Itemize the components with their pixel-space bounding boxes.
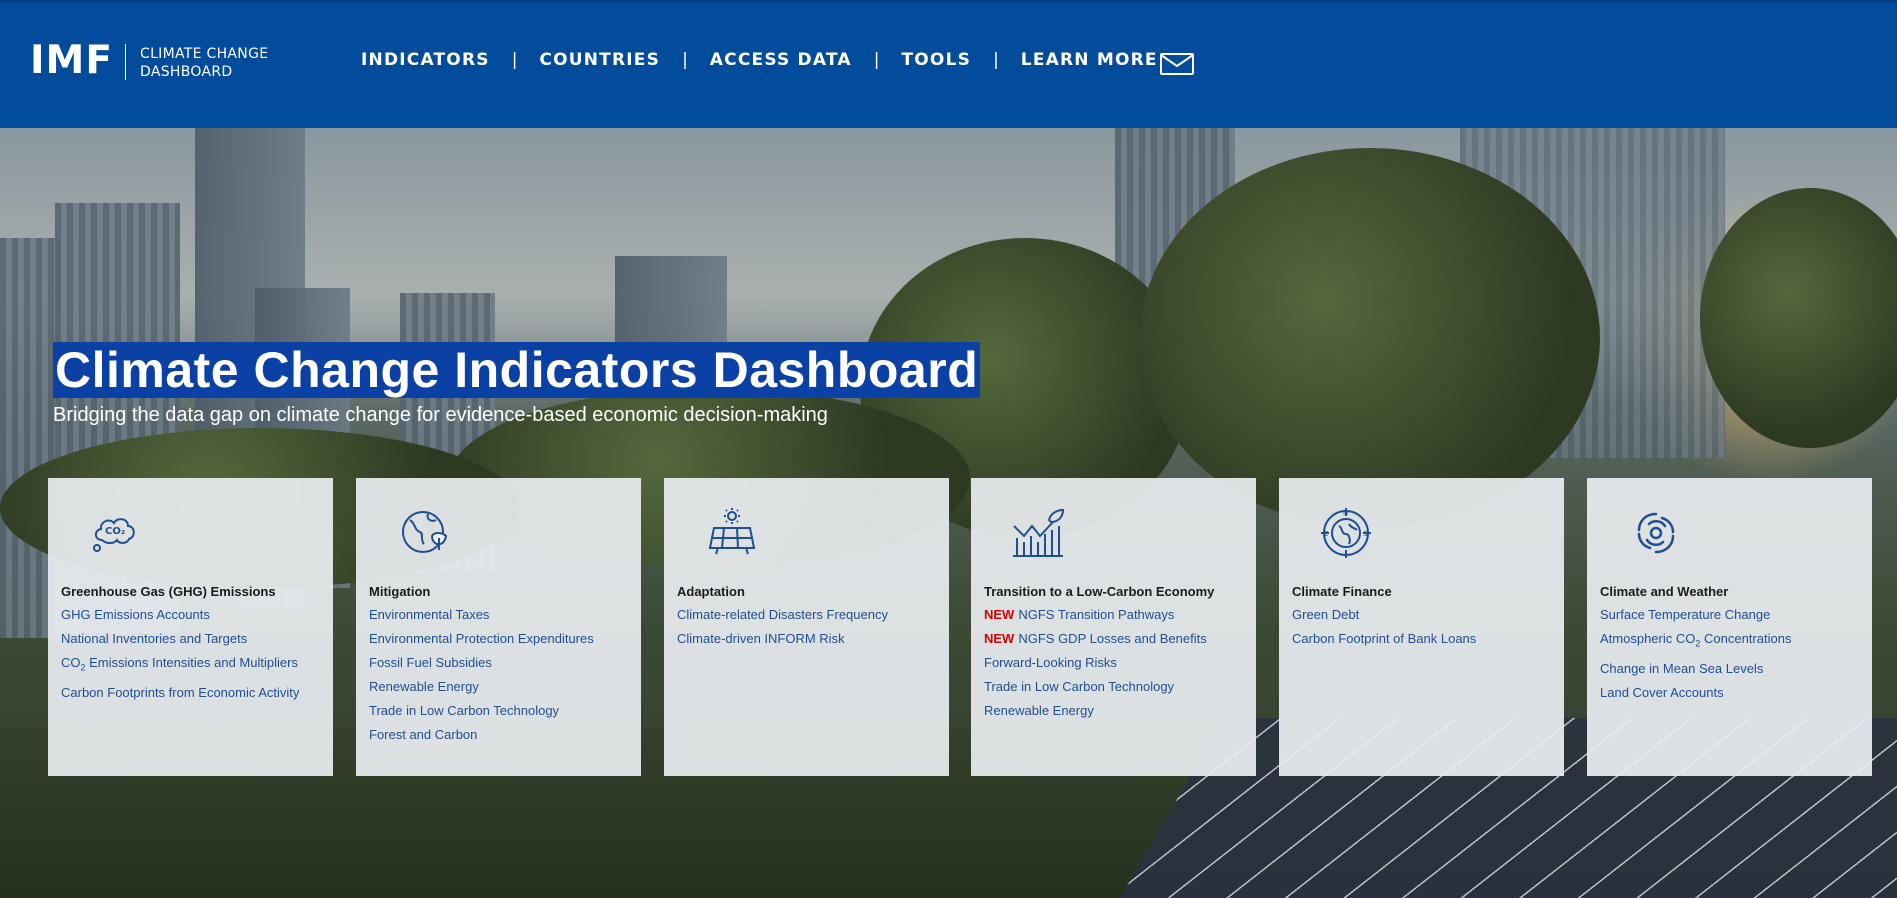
card-links: Climate-related Disasters Frequency Clim… [677, 607, 888, 655]
link-text: Concentrations [1700, 631, 1792, 646]
link-carbon-footprint-bank-loans[interactable]: Carbon Footprint of Bank Loans [1292, 631, 1476, 646]
link-environmental-taxes[interactable]: Environmental Taxes [369, 607, 594, 622]
link-fossil-fuel-subsidies[interactable]: Fossil Fuel Subsidies [369, 655, 594, 670]
nav-indicators[interactable]: INDICATORS [361, 50, 490, 70]
link-ngfs-gdp-losses[interactable]: NEW NGFS GDP Losses and Benefits [984, 631, 1207, 646]
nav-tools[interactable]: TOOLS [901, 50, 971, 70]
page-title: Climate Change Indicators Dashboard [53, 342, 981, 398]
nav-countries[interactable]: COUNTRIES [539, 50, 660, 70]
link-national-inventories[interactable]: National Inventories and Targets [61, 631, 299, 646]
card-title: Climate Finance [1292, 584, 1392, 599]
tree [1140, 148, 1600, 528]
link-atmospheric-co2[interactable]: Atmospheric CO2 Concentrations [1600, 631, 1791, 652]
link-text: Emissions Intensities and Multipliers [85, 655, 298, 670]
link-trade-low-carbon-technology[interactable]: Trade in Low Carbon Technology [984, 679, 1207, 694]
card-title: Transition to a Low-Carbon Economy [984, 584, 1215, 599]
link-ngfs-transition-pathways[interactable]: NEW NGFS Transition Pathways [984, 607, 1207, 622]
card-climate-and-weather: Climate and Weather Surface Temperature … [1587, 478, 1872, 776]
card-climate-finance: N E S Climate Finance Green Debt Carbon … [1279, 478, 1564, 776]
link-green-debt[interactable]: Green Debt [1292, 607, 1476, 622]
envelope-icon[interactable] [1160, 53, 1194, 75]
logo-sub-line1: CLIMATE CHANGE [140, 46, 269, 62]
card-links: Surface Temperature Change Atmospheric C… [1600, 607, 1791, 709]
link-text-prefix: Atmospheric CO [1600, 631, 1696, 646]
link-text: NGFS Transition Pathways [1018, 607, 1175, 622]
card-mitigation: Mitigation Environmental Taxes Environme… [356, 478, 641, 776]
link-forest-and-carbon[interactable]: Forest and Carbon [369, 727, 594, 742]
card-title: Greenhouse Gas (GHG) Emissions [61, 584, 276, 599]
co2-cloud-icon: CO₂ [93, 518, 135, 552]
growth-chart-leaf-icon [1013, 508, 1065, 557]
card-title: Adaptation [677, 584, 745, 599]
card-links: Green Debt Carbon Footprint of Bank Loan… [1292, 607, 1476, 655]
nav-separator: | [993, 50, 999, 70]
logo-divider [125, 44, 126, 80]
card-title: Mitigation [369, 584, 431, 599]
link-text-prefix: CO [61, 655, 81, 670]
link-environmental-protection-expenditures[interactable]: Environmental Protection Expenditures [369, 631, 594, 646]
link-renewable-energy[interactable]: Renewable Energy [984, 703, 1207, 718]
page-subtitle: Bridging the data gap on climate change … [53, 404, 828, 426]
card-adaptation: Adaptation Climate-related Disasters Fre… [664, 478, 949, 776]
link-forward-looking-risks[interactable]: Forward-Looking Risks [984, 655, 1207, 670]
site-header: IMF CLIMATE CHANGE DASHBOARD INDICATORS … [0, 0, 1897, 128]
compass-globe-icon: N E S [1321, 508, 1371, 558]
hurricane-icon [1637, 512, 1675, 554]
card-ghg-emissions: CO₂ Greenhouse Gas (GHG) Emissions GHG E… [48, 478, 333, 776]
link-climate-related-disasters[interactable]: Climate-related Disasters Frequency [677, 607, 888, 622]
main-nav: INDICATORS | COUNTRIES | ACCESS DATA | T… [361, 50, 1158, 70]
link-text: NGFS GDP Losses and Benefits [1018, 631, 1207, 646]
solar-panel-icon [708, 508, 756, 555]
svg-text:E: E [1324, 530, 1328, 538]
link-mean-sea-levels[interactable]: Change in Mean Sea Levels [1600, 661, 1791, 676]
imf-logo[interactable]: IMF [30, 38, 113, 83]
dashboard-logo-text[interactable]: CLIMATE CHANGE DASHBOARD [140, 45, 268, 81]
link-land-cover-accounts[interactable]: Land Cover Accounts [1600, 685, 1791, 700]
nav-separator: | [511, 50, 518, 70]
svg-text:N: N [1343, 509, 1348, 517]
logo-sub-line2: DASHBOARD [140, 64, 233, 80]
svg-text:CO₂: CO₂ [105, 526, 125, 537]
globe-leaf-icon [402, 511, 448, 553]
nav-learn-more[interactable]: LEARN MORE [1021, 50, 1158, 70]
link-ghg-emissions-accounts[interactable]: GHG Emissions Accounts [61, 607, 299, 622]
card-links: Environmental Taxes Environmental Protec… [369, 607, 594, 751]
link-trade-low-carbon-technology[interactable]: Trade in Low Carbon Technology [369, 703, 594, 718]
link-co2-emissions-intensities[interactable]: CO2 Emissions Intensities and Multiplier… [61, 655, 299, 676]
link-inform-risk[interactable]: Climate-driven INFORM Risk [677, 631, 888, 646]
new-badge: NEW [984, 607, 1015, 622]
card-links: GHG Emissions Accounts National Inventor… [61, 607, 299, 709]
new-badge: NEW [984, 631, 1015, 646]
link-renewable-energy[interactable]: Renewable Energy [369, 679, 594, 694]
nav-separator: | [873, 50, 880, 70]
card-links: NEW NGFS Transition Pathways NEW NGFS GDP … [984, 607, 1207, 727]
card-title: Climate and Weather [1600, 584, 1729, 599]
card-low-carbon-transition: Transition to a Low-Carbon Economy NEW NG… [971, 478, 1256, 776]
svg-text:S: S [1363, 530, 1368, 538]
nav-access-data[interactable]: ACCESS DATA [710, 50, 852, 70]
link-surface-temperature-change[interactable]: Surface Temperature Change [1600, 607, 1791, 622]
nav-separator: | [682, 50, 688, 70]
page: IMF CLIMATE CHANGE DASHBOARD INDICATORS … [0, 0, 1897, 898]
link-carbon-footprints-economic[interactable]: Carbon Footprints from Economic Activity [61, 685, 299, 700]
